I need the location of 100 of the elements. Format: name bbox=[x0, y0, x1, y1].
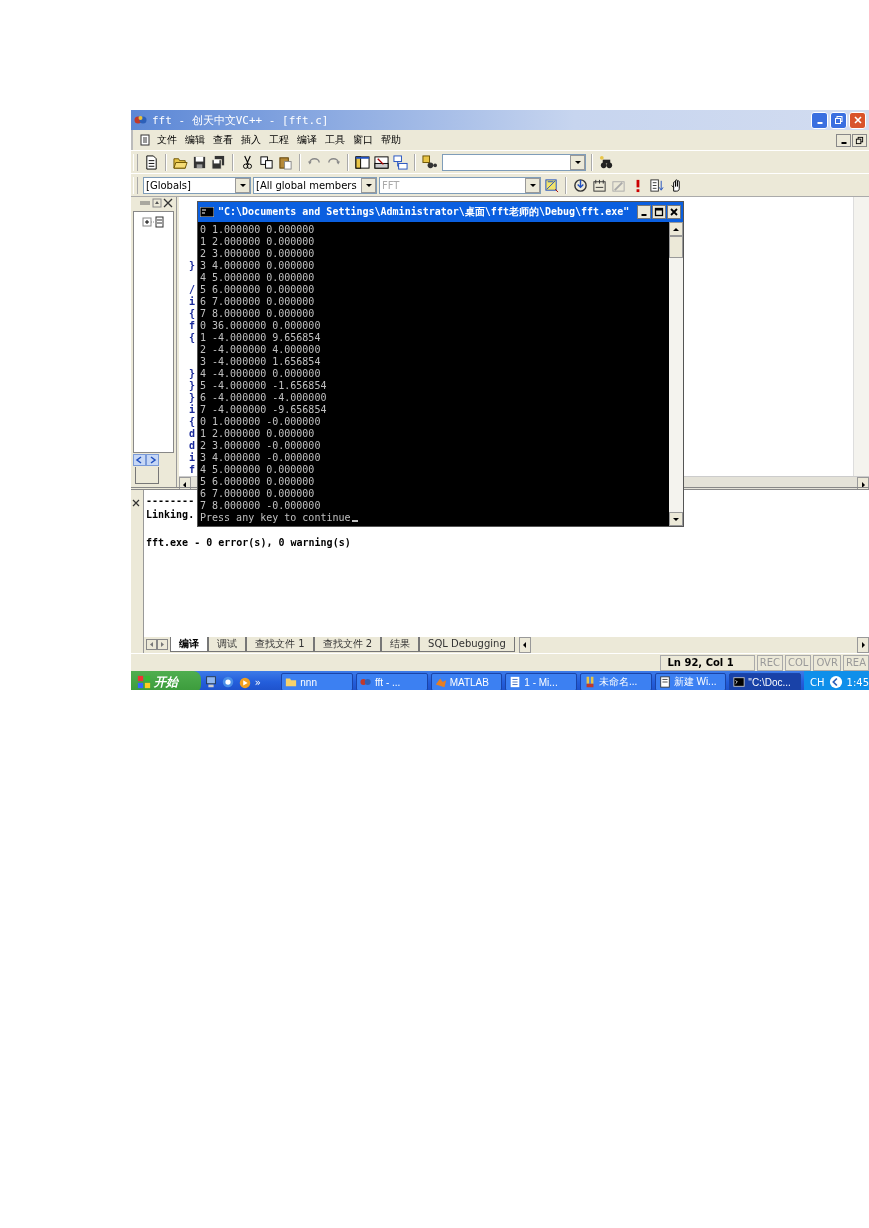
console-line: 1 -4.000000 9.656854 bbox=[200, 332, 321, 344]
scroll-thumb[interactable] bbox=[669, 236, 683, 258]
console-line: 0 1.000000 0.000000 bbox=[200, 224, 315, 236]
status-indicator: COL bbox=[784, 654, 812, 671]
console-line: 7 8.000000 -0.000000 bbox=[200, 500, 321, 512]
menu-item[interactable]: 工具 bbox=[321, 133, 349, 147]
menu-item[interactable]: 编辑 bbox=[181, 133, 209, 147]
copy-icon[interactable] bbox=[258, 153, 275, 171]
output-line: fft.exe - 0 error(s), 0 warning(s) bbox=[146, 537, 351, 548]
dropdown-arrow-icon[interactable] bbox=[364, 181, 373, 189]
dock-buttons-icon[interactable] bbox=[139, 198, 175, 208]
dropdown-arrow-icon[interactable] bbox=[238, 181, 247, 189]
console-line: 4 5.000000 0.000000 bbox=[200, 272, 315, 284]
code-line: { bbox=[189, 332, 196, 343]
more-button[interactable]: » bbox=[254, 676, 261, 688]
close-button[interactable] bbox=[667, 205, 681, 219]
new-file-icon[interactable] bbox=[143, 153, 160, 171]
menu-item[interactable]: 工程 bbox=[265, 133, 293, 147]
scroll-left-icon[interactable] bbox=[518, 637, 531, 653]
window-title: fft - 创天中文VC++ - [fft.c] bbox=[152, 112, 330, 128]
output-tab[interactable]: 调试 bbox=[208, 637, 246, 652]
status-indicator: OVR bbox=[813, 654, 841, 671]
menu-item[interactable]: 编译 bbox=[293, 133, 321, 147]
taskbar-button[interactable]: "C:\Doc... bbox=[729, 673, 801, 690]
media-player-icon[interactable] bbox=[237, 675, 252, 689]
workspace-tab[interactable] bbox=[135, 467, 159, 484]
folder-icon bbox=[285, 676, 298, 688]
taskbar-button[interactable]: MATLAB bbox=[430, 673, 503, 690]
output-line: -------- bbox=[146, 495, 195, 506]
minimize-icon bbox=[840, 142, 847, 144]
console-line: 4 -4.000000 0.000000 bbox=[200, 368, 321, 380]
browser-icon[interactable] bbox=[220, 675, 235, 689]
restore-button[interactable] bbox=[852, 133, 867, 147]
scroll-up-icon[interactable] bbox=[669, 222, 683, 236]
output-tab[interactable]: SQL Debugging bbox=[419, 637, 515, 652]
text-cursor bbox=[351, 520, 358, 522]
app-icon bbox=[134, 114, 148, 126]
code-line: i bbox=[189, 296, 196, 307]
vertical-scrollbar[interactable] bbox=[669, 222, 683, 526]
code-line: } bbox=[189, 380, 196, 391]
maximize-icon bbox=[654, 207, 664, 217]
code-line: } bbox=[189, 392, 196, 403]
close-icon[interactable] bbox=[131, 498, 141, 508]
horizontal-scrollbar[interactable] bbox=[518, 637, 869, 651]
document-icon bbox=[509, 676, 522, 688]
workspace-icon[interactable] bbox=[354, 153, 371, 171]
minimize-icon bbox=[641, 214, 647, 216]
console-line: 6 7.000000 0.000000 bbox=[200, 296, 315, 308]
expand-tray-icon[interactable] bbox=[828, 675, 843, 689]
desktop-icon[interactable] bbox=[203, 675, 218, 689]
code-line: { bbox=[189, 416, 196, 427]
breakpoint-list-icon[interactable] bbox=[648, 176, 665, 194]
output-icon[interactable] bbox=[373, 153, 390, 171]
binoculars-icon[interactable] bbox=[598, 153, 615, 171]
cursor-position: Ln 92, Col 1 bbox=[660, 654, 755, 671]
minimize-button[interactable] bbox=[836, 133, 851, 147]
members-combo[interactable]: [All global members bbox=[253, 176, 377, 194]
dropdown-arrow-icon[interactable] bbox=[573, 158, 582, 166]
console-line: 7 8.000000 0.000000 bbox=[200, 308, 315, 320]
tab-scroll-arrows-icon[interactable] bbox=[146, 639, 168, 650]
console-line: 3 -4.000000 1.656854 bbox=[200, 356, 321, 368]
class-combo[interactable]: [Globals] bbox=[143, 176, 251, 194]
maximize-button[interactable] bbox=[652, 205, 666, 219]
code-line: d bbox=[189, 428, 196, 439]
console-line: 6 -4.000000 -4.000000 bbox=[200, 392, 327, 404]
output-tab[interactable]: 查找文件 2 bbox=[313, 637, 382, 652]
menu-item[interactable]: 窗口 bbox=[349, 133, 377, 147]
menu-item[interactable]: 文件 bbox=[153, 133, 181, 147]
wizard-icon[interactable] bbox=[543, 176, 560, 194]
console-line: 1 2.000000 0.000000 bbox=[200, 428, 315, 440]
vertical-scrollbar[interactable] bbox=[853, 197, 869, 476]
minimize-icon bbox=[816, 122, 823, 124]
tree-node-icon[interactable] bbox=[142, 216, 164, 228]
clock: 1:45 bbox=[846, 676, 869, 688]
code-line: i bbox=[189, 452, 196, 463]
taskbar-button[interactable]: 新建 Wi... bbox=[654, 673, 727, 690]
code-line: f bbox=[189, 320, 196, 331]
console-line: 0 36.000000 0.000000 bbox=[200, 320, 321, 332]
dropdown-arrow-icon[interactable] bbox=[528, 181, 537, 189]
scroll-down-icon[interactable] bbox=[669, 512, 683, 526]
taskbar-button[interactable]: fft - ... bbox=[356, 673, 428, 690]
console-line: 3 4.000000 0.000000 bbox=[200, 260, 315, 272]
minimize-button[interactable] bbox=[637, 205, 651, 219]
output-tab[interactable]: 结果 bbox=[381, 637, 420, 652]
output-tab[interactable]: 编译 bbox=[170, 637, 208, 652]
console-line: 0 1.000000 -0.000000 bbox=[200, 416, 321, 428]
menu-item[interactable]: 帮助 bbox=[377, 133, 405, 147]
menu-item[interactable]: 插入 bbox=[237, 133, 265, 147]
taskbar-button[interactable]: nnn bbox=[281, 673, 353, 690]
compile-icon[interactable] bbox=[572, 176, 589, 194]
menu-item[interactable]: 查看 bbox=[209, 133, 237, 147]
code-line: / bbox=[189, 284, 196, 295]
taskbar-button[interactable]: 1 - Mi... bbox=[505, 673, 577, 690]
save-all-icon[interactable] bbox=[210, 153, 227, 171]
windows-icon[interactable] bbox=[392, 153, 409, 171]
output-tab[interactable]: 查找文件 1 bbox=[246, 637, 314, 652]
taskbar-button[interactable]: 未命名... bbox=[580, 673, 652, 690]
scroll-right-icon[interactable] bbox=[857, 637, 869, 653]
scroll-arrows-icon[interactable] bbox=[133, 454, 159, 466]
find-in-files-icon[interactable] bbox=[421, 153, 438, 171]
